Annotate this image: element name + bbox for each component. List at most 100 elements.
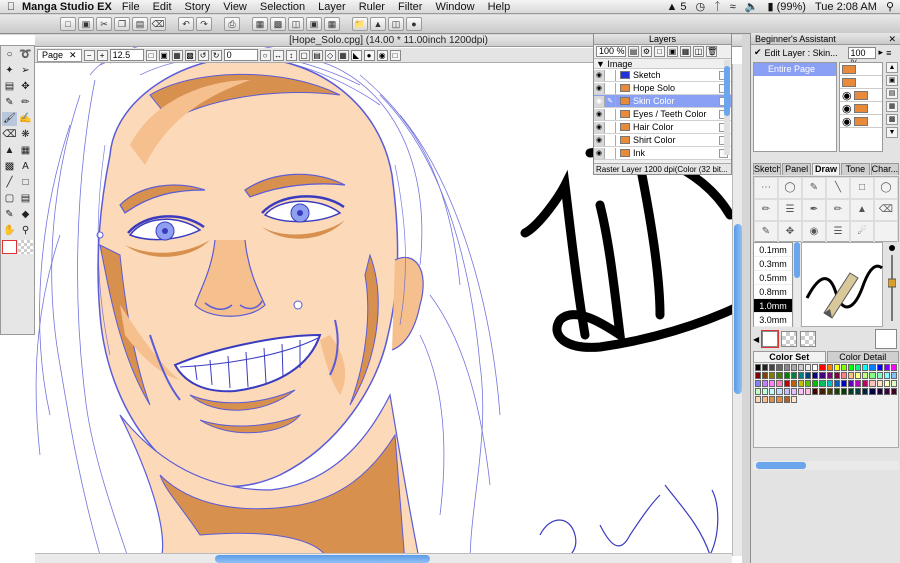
grid-icon[interactable]: ▦	[337, 49, 349, 61]
material-icon[interactable]: ▲	[370, 17, 386, 31]
eye-icon[interactable]: ◉	[842, 89, 852, 102]
tab-sketch[interactable]: Sketch	[753, 163, 782, 175]
brush-preset-lasso-icon[interactable]: ◯	[778, 177, 802, 199]
color-swatch[interactable]	[855, 364, 862, 371]
brush-preset-line-icon[interactable]: ╲	[826, 177, 850, 199]
color-swatch[interactable]	[833, 388, 840, 395]
magic-wand-tool-icon[interactable]: ✦	[2, 64, 17, 78]
brush-preset-pen-icon[interactable]: ✎	[802, 177, 826, 199]
pen-size-option[interactable]: 0.5mm	[754, 271, 792, 285]
layer-thumb[interactable]: ◉	[840, 89, 882, 102]
layer-visibility-icon[interactable]: ◉	[594, 95, 605, 107]
menu-selection[interactable]: Selection	[260, 1, 305, 13]
layer-row[interactable]: ◉ Hair Color	[594, 121, 731, 134]
scroll-thumb[interactable]	[794, 242, 800, 278]
layer-move-tool-icon[interactable]: ▤	[2, 80, 17, 94]
color-swatch[interactable]	[755, 388, 762, 395]
clear-icon[interactable]: ⌫	[150, 17, 166, 31]
zoom-field[interactable]: 12.5	[109, 49, 144, 61]
brush-preset-brush-icon[interactable]: ✒	[802, 199, 826, 221]
zoom-arrow-icon[interactable]: ▸	[879, 47, 884, 58]
lasso-tool-icon[interactable]: ➰	[18, 48, 33, 62]
color-swatch[interactable]	[883, 364, 890, 371]
color-swatch[interactable]	[890, 372, 897, 379]
color-swatch[interactable]	[833, 364, 840, 371]
view-zoom-icon[interactable]: ▦	[324, 17, 340, 31]
menu-window[interactable]: Window	[435, 1, 474, 13]
color-swatch[interactable]	[769, 380, 776, 387]
brush-preset-smudge-icon[interactable]: ☄	[850, 221, 874, 243]
foreground-color-swatch[interactable]	[2, 240, 17, 254]
side-button-3-icon[interactable]: ▦	[886, 101, 898, 112]
page-tab[interactable]: Page ✕	[37, 48, 82, 62]
color-swatch[interactable]	[769, 372, 776, 379]
menu-story[interactable]: Story	[185, 1, 211, 13]
color-tool-icon[interactable]: ◆	[18, 208, 33, 222]
color-swatch[interactable]	[833, 372, 840, 379]
select-object-tool-icon[interactable]: ➢	[18, 64, 33, 78]
print-size-icon[interactable]: ▩	[184, 49, 196, 61]
color-swatch[interactable]	[869, 364, 876, 371]
fit-window-icon[interactable]: ▣	[158, 49, 170, 61]
color-swatch[interactable]	[812, 380, 819, 387]
color-swatch[interactable]	[790, 380, 797, 387]
snap-icon[interactable]: ◇	[324, 49, 336, 61]
scroll-thumb[interactable]	[734, 224, 742, 394]
color-swatch[interactable]	[797, 372, 805, 379]
color-swatch[interactable]	[862, 372, 869, 379]
color-swatch[interactable]	[755, 364, 762, 371]
layer-row[interactable]: ◉ Ink	[594, 147, 731, 160]
layer-thumb[interactable]: ◉	[840, 115, 882, 128]
color-swatch[interactable]	[762, 364, 769, 371]
pen-size-scrollbar[interactable]	[794, 242, 800, 327]
layer-row[interactable]: ◉ Hope Solo	[594, 82, 731, 95]
layer-group-image[interactable]: ▼ Image	[594, 59, 731, 69]
color-swatch[interactable]	[812, 372, 819, 379]
color-swatch[interactable]	[769, 388, 776, 395]
pen-tool-icon[interactable]: ✎	[2, 96, 17, 110]
layer-property-icon[interactable]: ▦	[680, 46, 691, 57]
layer-folder-icon[interactable]: ▣	[667, 46, 678, 57]
brush-preset-dropper-icon[interactable]: ✎	[754, 221, 778, 243]
canvas-horizontal-scrollbar[interactable]	[35, 553, 732, 563]
color-swatch[interactable]	[797, 380, 805, 387]
bluetooth-icon[interactable]: ᛏ	[714, 1, 721, 13]
color-swatch[interactable]	[826, 364, 833, 371]
text-tool-icon[interactable]: A	[18, 160, 33, 174]
color-swatch[interactable]	[840, 380, 847, 387]
color-swatch[interactable]	[755, 380, 762, 387]
layer-visibility-icon[interactable]: ◉	[594, 147, 605, 159]
color-swatch[interactable]	[797, 388, 805, 395]
airbrush-tool-icon[interactable]: ❋	[18, 128, 33, 142]
layer-mask-icon[interactable]: ◣	[350, 49, 362, 61]
layer-visibility-icon[interactable]: ◉	[594, 134, 605, 146]
color-swatch[interactable]	[776, 388, 783, 395]
color-swatch[interactable]	[790, 396, 797, 403]
rotation-field[interactable]: 0	[223, 49, 258, 61]
wifi-icon[interactable]: ≈	[730, 1, 736, 13]
copy-icon[interactable]: ❐	[114, 17, 130, 31]
color-swatch[interactable]	[776, 380, 783, 387]
fill-tool-icon[interactable]: ▲	[2, 144, 17, 158]
color-swatch[interactable]	[783, 364, 790, 371]
delete-layer-icon[interactable]: 🗑	[706, 46, 717, 57]
color-swatch[interactable]	[869, 388, 876, 395]
zoom-in-icon[interactable]: +	[96, 49, 108, 61]
layer-lock-icon[interactable]	[605, 147, 616, 159]
layer-visibility-icon[interactable]: ◉	[594, 121, 605, 133]
layer-merge-icon[interactable]: ◫	[693, 46, 704, 57]
color-swatch[interactable]	[762, 380, 769, 387]
canvas-vertical-scrollbar[interactable]	[732, 64, 742, 556]
color-swatch[interactable]	[819, 364, 826, 371]
color-swatch[interactable]	[847, 388, 855, 395]
rotate-left-icon[interactable]: ↺	[197, 49, 209, 61]
brush-preset-fill-icon[interactable]: ▲	[850, 199, 874, 221]
brush-preset-pencil-icon[interactable]: ✏	[754, 199, 778, 221]
transparency-icon[interactable]: ◉	[376, 49, 388, 61]
paste-icon[interactable]: ▤	[132, 17, 148, 31]
layer-row[interactable]: ◉ Sketch	[594, 69, 731, 82]
ruler-icon[interactable]: ▤	[311, 49, 323, 61]
line-tool-icon[interactable]: ╱	[2, 176, 17, 190]
color-swatch[interactable]	[783, 372, 790, 379]
layer-icon[interactable]: ◫	[388, 17, 404, 31]
